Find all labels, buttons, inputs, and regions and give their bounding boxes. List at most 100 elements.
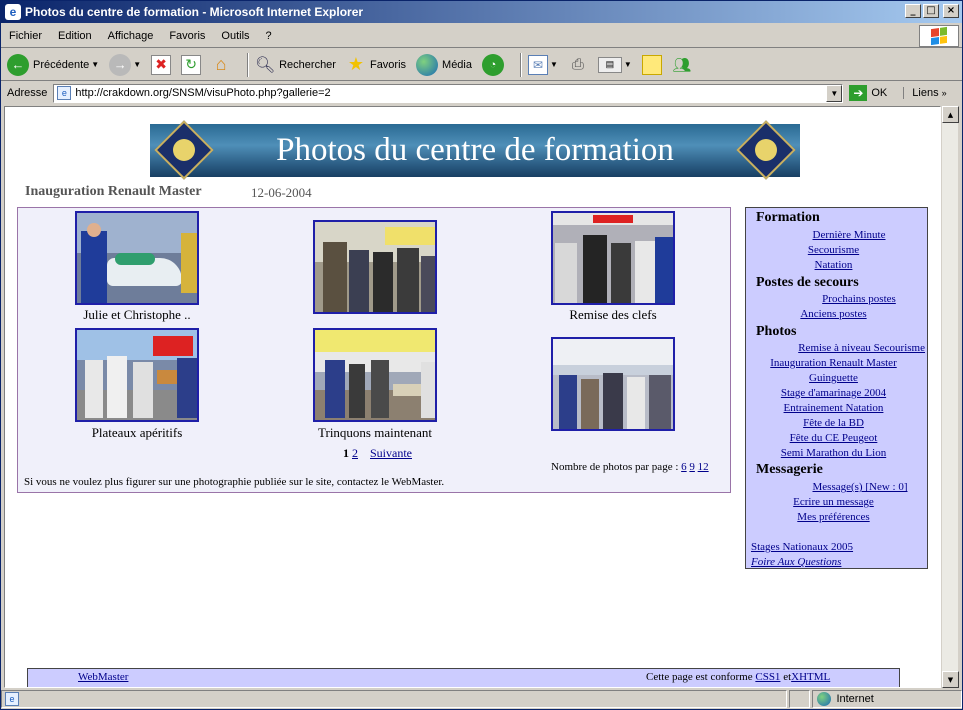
menu-outils[interactable]: Outils [213,30,257,42]
zone-label: Internet [836,693,874,705]
photo-caption: Trinquons maintenant [318,425,432,440]
menu-link[interactable]: Stages Nationaux 2005 [751,541,926,553]
discuss-button[interactable] [641,51,662,79]
photo-caption: Julie et Christophe .. [83,307,191,322]
title-bar: e Photos du centre de formation - Micros… [1,1,962,23]
minimize-button[interactable]: _ [905,4,921,18]
menu-link[interactable]: Stage d'amarinage 2004 [746,387,921,399]
edit-icon: ▤ [597,56,622,73]
menu-link[interactable]: Natation [746,259,921,271]
menu-fichier[interactable]: Fichier [1,30,50,42]
edit-button[interactable]: ▤ ▼ [597,51,632,79]
photo-thumbnail[interactable] [313,220,437,314]
status-text-area: e [1,690,787,708]
menu-section-title: Formation [756,210,820,225]
mail-dropdown-icon[interactable]: ▼ [550,60,558,69]
conform-text: Cette page est conforme [646,671,753,683]
forward-button[interactable]: → ▼ [109,51,141,79]
menu-link[interactable]: Prochains postes [776,293,940,305]
edit-dropdown-icon[interactable]: ▼ [624,60,632,69]
menu-affichage[interactable]: Affichage [100,30,162,42]
menu-link[interactable]: Secourisme [746,244,921,256]
mail-icon: ✉ [528,54,548,75]
forward-dropdown-icon[interactable]: ▼ [133,60,141,69]
menu-link[interactable]: Inauguration Renault Master [746,357,921,369]
menu-link[interactable]: Foire Aux Questions [751,556,926,568]
page-2-link[interactable]: 2 [352,446,358,460]
photo-thumbnail[interactable] [75,211,199,305]
gallery-date: 12-06-2004 [251,185,312,200]
menu-link[interactable]: Remise à niveau Secourisme [750,342,925,354]
address-input[interactable]: e http://crakdown.org/SNSM/visuPhoto.php… [53,83,844,103]
photo-thumbnail[interactable] [551,211,675,305]
refresh-icon: ↻ [181,54,202,75]
media-label: Média [442,58,472,71]
banner-title: Photos du centre de formation [276,132,674,168]
search-button[interactable]: 🔍︎ Rechercher [255,51,336,79]
media-button[interactable]: Média [416,51,472,79]
address-label: Adresse [7,87,48,99]
links-button[interactable]: Liens » [903,87,947,99]
refresh-button[interactable]: ↻ [181,51,202,79]
menu-link[interactable]: Message(s) [New : 0] [776,481,940,493]
toolbar-separator [520,52,522,77]
home-button[interactable]: ⌂ [211,51,231,79]
per-page-9[interactable]: 9 [689,461,695,473]
per-page-6[interactable]: 6 [681,461,687,473]
menu-section-title: Messagerie [756,462,823,477]
css-link[interactable]: CSS1 [755,671,780,683]
print-button[interactable]: ⎙ [568,51,588,79]
menu-link[interactable]: Guinguette [746,372,921,384]
menu-link[interactable]: Fête de la BD [746,417,921,429]
menu-edition[interactable]: Edition [50,30,100,42]
privacy-notice: Si vous ne voulez plus figurer sur une p… [24,476,445,488]
page-done-icon: e [5,692,19,706]
menu-link[interactable]: Entrainement Natation [746,402,921,414]
close-button[interactable]: × [943,4,959,18]
menu-link[interactable]: Anciens postes [746,308,921,320]
menu-link[interactable]: Semi Marathon du Lion [746,447,921,459]
windows-logo [919,25,959,47]
gallery-panel: Julie et Christophe .. Remise des clefs … [17,207,731,493]
scroll-down-icon[interactable]: ▼ [942,671,959,688]
messenger-icon: 👥︎ [672,56,692,74]
star-icon: ★ [347,54,365,74]
xhtml-link[interactable]: XHTML [791,671,830,683]
address-url[interactable]: http://crakdown.org/SNSM/visuPhoto.php?g… [75,87,330,99]
note-icon [641,54,662,75]
photo-thumbnail[interactable] [551,337,675,431]
stop-button[interactable]: ✖ [151,51,172,79]
favorites-button[interactable]: ★ Favoris [346,51,406,79]
webmaster-link[interactable]: WebMaster [78,671,128,683]
photo-scene [553,213,673,303]
snsm-logo-right [736,120,796,180]
scroll-up-icon[interactable]: ▲ [942,106,959,123]
messenger-button[interactable]: 👥︎ [672,51,692,79]
menu-link[interactable]: Mes préférences [746,511,921,523]
next-page-link[interactable]: Suivante [370,446,412,460]
go-arrow-icon: ➔ [849,85,868,101]
menu-favoris[interactable]: Favoris [161,30,213,42]
menu-link[interactable]: Ecrire un message [746,496,921,508]
per-page-12[interactable]: 12 [698,461,709,473]
back-dropdown-icon[interactable]: ▼ [91,60,99,69]
mail-button[interactable]: ✉ ▼ [528,51,558,79]
photo-thumbnail[interactable] [313,328,437,422]
links-label: Liens [912,87,939,99]
history-button[interactable]: ◔ [482,51,504,79]
snsm-logo-left [154,120,214,180]
maximize-button[interactable]: □ [923,4,939,18]
search-label: Rechercher [279,58,336,71]
back-label: Précédente [33,58,90,71]
menu-help[interactable]: ? [258,30,280,42]
photo-thumbnail[interactable] [75,328,199,422]
menu-link[interactable]: Dernière Minute [774,229,924,241]
go-button[interactable]: ➔ OK [849,85,887,101]
status-cell [788,690,811,708]
vertical-scrollbar[interactable]: ▲ ▼ [941,106,959,688]
menu-section-title: Postes de secours [756,275,859,290]
forward-arrow-icon: → [109,53,132,76]
address-dropdown-icon[interactable]: ▼ [826,84,843,102]
menu-link[interactable]: Fête du CE Peugeot [746,432,921,444]
back-button[interactable]: ← Précédente ▼ [7,51,99,79]
